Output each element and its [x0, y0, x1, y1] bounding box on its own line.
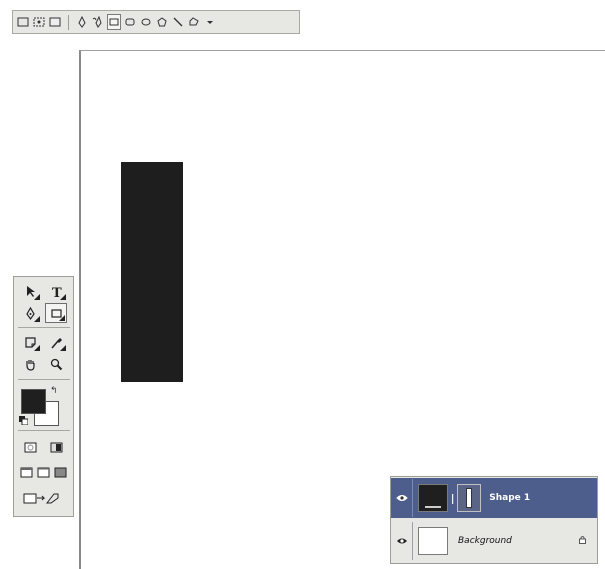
layer-name-label: Background — [458, 536, 512, 546]
standard-mode-icon[interactable] — [19, 437, 41, 457]
link-chain-icon: ǀ — [451, 491, 455, 505]
geometry-options-dropdown-icon[interactable] — [203, 14, 217, 30]
zoom-tool-icon[interactable] — [45, 354, 67, 374]
toolbox-panel: T ↰ — [13, 276, 74, 517]
shape-layer-thumbnail — [418, 484, 448, 512]
toolbox-divider — [18, 430, 70, 431]
default-colors-icon[interactable] — [19, 416, 28, 425]
toolbox-divider — [18, 327, 70, 328]
paths-mode-icon[interactable] — [32, 14, 46, 30]
layer-name-label: Shape 1 — [489, 493, 531, 503]
freeform-pen-tool-icon[interactable] — [91, 14, 105, 30]
ellipse-tool-icon[interactable] — [139, 14, 153, 30]
jump-to-imageready-icon[interactable] — [19, 488, 65, 508]
line-tool-icon[interactable] — [171, 14, 185, 30]
shape-options-bar — [12, 10, 300, 34]
background-layer-thumbnail — [418, 527, 448, 555]
notes-tool-icon[interactable] — [19, 332, 41, 352]
standard-screen-mode-icon[interactable] — [19, 462, 34, 482]
layer-row-background[interactable]: Background — [391, 521, 597, 561]
rectangle-tool-icon[interactable] — [107, 14, 121, 30]
custom-shape-tool-icon[interactable] — [187, 14, 201, 30]
eyedropper-tool-icon[interactable] — [45, 332, 67, 352]
swap-colors-icon[interactable]: ↰ — [50, 386, 58, 396]
visibility-eye-icon[interactable] — [391, 522, 413, 560]
visibility-eye-icon[interactable] — [391, 479, 413, 517]
options-separator — [68, 14, 69, 30]
fill-pixels-mode-icon[interactable] — [48, 14, 62, 30]
foreground-color-swatch[interactable] — [21, 389, 46, 414]
hand-tool-icon[interactable] — [19, 354, 41, 374]
quick-mask-mode-icon[interactable] — [45, 437, 67, 457]
full-screen-mode-icon[interactable] — [53, 462, 68, 482]
rounded-rectangle-tool-icon[interactable] — [123, 14, 137, 30]
rectangle-tool-icon[interactable] — [45, 303, 67, 323]
pen-tool-icon[interactable] — [19, 303, 41, 323]
pen-tool-icon[interactable] — [75, 14, 89, 30]
full-screen-menu-mode-icon[interactable] — [36, 462, 51, 482]
layer-row-shape-1[interactable]: ǀ Shape 1 — [391, 478, 597, 518]
toolbox-divider — [18, 379, 70, 380]
layers-panel: ǀ Shape 1 Background — [390, 476, 598, 564]
type-tool-icon[interactable]: T — [45, 281, 67, 301]
black-rectangle-shape[interactable] — [121, 162, 183, 382]
svg-text:T: T — [52, 286, 62, 299]
path-selection-tool-icon[interactable] — [19, 281, 41, 301]
shape-layers-mode-icon[interactable] — [16, 14, 30, 30]
polygon-tool-icon[interactable] — [155, 14, 169, 30]
lock-icon — [579, 536, 586, 544]
vector-mask-thumbnail[interactable] — [457, 484, 482, 512]
